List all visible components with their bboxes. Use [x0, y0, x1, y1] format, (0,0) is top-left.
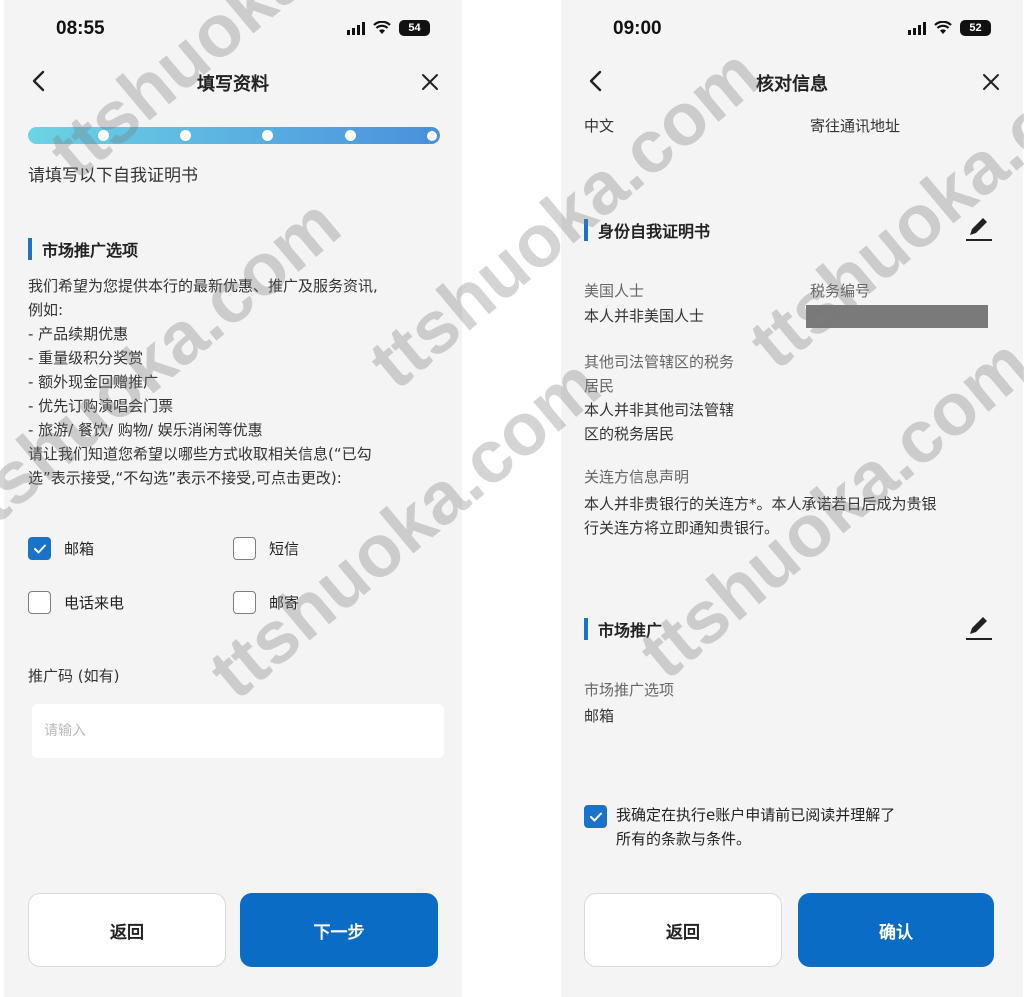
status-icons: 54 — [347, 20, 430, 36]
address-value: 寄往通讯地址 — [810, 117, 901, 135]
close-icon[interactable] — [979, 70, 1003, 94]
step-dot — [262, 130, 273, 141]
option-phone-checkbox[interactable]: 电话来电 — [28, 591, 124, 614]
label-line: 其他司法管辖区的税务 — [584, 353, 735, 371]
terms-line: 所有的条款与条件。 — [616, 830, 752, 848]
status-time: 09:00 — [613, 18, 662, 39]
section-accent-bar — [584, 219, 588, 241]
option-mail-checkbox[interactable]: 邮寄 — [233, 591, 299, 614]
step-dot-current — [425, 128, 439, 143]
intro-line: 我们希望为您提供本行的最新优惠、推广及服务资讯, — [28, 277, 378, 295]
terms-text: 我确定在执行e账户申请前已阅读并理解了 所有的条款与条件。 — [616, 803, 895, 851]
edit-pencil-icon[interactable] — [963, 612, 993, 642]
next-step-button[interactable]: 下一步 — [240, 893, 438, 967]
value-line: 行关连方将立即通知贵银行。 — [584, 519, 780, 537]
intro-line: - 产品续期优惠 — [28, 325, 129, 343]
checkbox-unchecked[interactable] — [28, 591, 51, 614]
wifi-icon — [934, 21, 952, 34]
section-title-marketing-options: 市场推广选项 — [28, 237, 138, 261]
close-icon[interactable] — [418, 70, 442, 94]
check-icon — [589, 812, 602, 821]
us-person-label: 美国人士 — [584, 282, 645, 300]
checkbox-unchecked[interactable] — [233, 537, 256, 560]
marketing-option-value: 邮箱 — [584, 707, 615, 725]
page-title: 核对信息 — [756, 74, 828, 95]
intro-line: 请让我们知道您希望以哪些方式收取相关信息(“已勾 — [28, 445, 372, 463]
marketing-intro: 我们希望为您提供本行的最新优惠、推广及服务资讯, 例如: - 产品续期优惠 - … — [28, 274, 448, 490]
step-dot — [180, 130, 191, 141]
referral-code-input[interactable] — [32, 704, 444, 758]
intro-line: - 优先订购演唱会门票 — [28, 397, 174, 415]
right-phone-screen: 09:00 52 核对信息 中文 寄往通讯地址 身份自我证明书 美国人士 本人并… — [561, 0, 1023, 997]
intro-line: 选”表示接受,“不勾选”表示不接受,可点击更改): — [28, 469, 342, 487]
status-time: 08:55 — [56, 18, 105, 39]
signal-icon — [908, 21, 926, 35]
option-label: 邮寄 — [269, 594, 300, 612]
marketing-option-label: 市场推广选项 — [584, 681, 675, 699]
option-sms-checkbox[interactable]: 短信 — [233, 537, 299, 560]
option-label: 邮箱 — [64, 540, 95, 558]
referral-code-label: 推广码 (如有) — [28, 667, 120, 685]
terms-line: 我确定在执行e账户申请前已阅读并理解了 — [616, 806, 896, 824]
intro-line: - 重量级积分奖赏 — [28, 349, 144, 367]
section-title-text: 身份自我证明书 — [598, 222, 711, 241]
back-button[interactable]: 返回 — [584, 893, 782, 967]
us-person-value: 本人并非美国人士 — [584, 307, 705, 325]
intro-line: 例如: — [28, 301, 64, 319]
check-icon — [33, 544, 46, 553]
step-dot — [345, 130, 356, 141]
language-value: 中文 — [584, 117, 615, 135]
checkbox-checked[interactable] — [584, 805, 607, 828]
intro-line: - 旅游/ 餐饮/ 购物/ 娱乐消闲等优惠 — [28, 421, 263, 439]
value-line: 区的税务居民 — [584, 425, 675, 443]
tax-number-label: 税务编号 — [810, 282, 871, 300]
redacted-tax-number — [806, 305, 988, 328]
value-line: 本人并非其他司法管辖 — [584, 401, 735, 419]
battery-indicator: 52 — [960, 20, 991, 36]
checkbox-checked[interactable] — [28, 537, 51, 560]
terms-agreement-checkbox[interactable]: 我确定在执行e账户申请前已阅读并理解了 所有的条款与条件。 — [584, 805, 895, 851]
page-title: 填写资料 — [197, 74, 269, 95]
related-party-value: 本人并非贵银行的关连方*。本人承诺若日后成为贵银 行关连方将立即通知贵银行。 — [584, 492, 1014, 540]
step-progress-bar — [28, 127, 440, 144]
option-label: 短信 — [269, 540, 300, 558]
confirm-button[interactable]: 确认 — [798, 893, 994, 967]
battery-indicator: 54 — [399, 20, 430, 36]
section-accent-bar — [584, 618, 588, 640]
section-accent-bar — [28, 238, 32, 260]
option-label: 电话来电 — [64, 594, 125, 612]
back-button[interactable]: 返回 — [28, 893, 226, 967]
edit-pencil-icon[interactable] — [963, 213, 993, 243]
intro-line: - 额外现金回赠推广 — [28, 373, 159, 391]
status-icons: 52 — [908, 20, 991, 36]
checkbox-unchecked[interactable] — [233, 591, 256, 614]
option-email-checkbox[interactable]: 邮箱 — [28, 537, 94, 560]
value-line: 本人并非贵银行的关连方*。本人承诺若日后成为贵银 — [584, 495, 937, 513]
related-party-label: 关连方信息声明 — [584, 468, 690, 486]
other-tax-label: 其他司法管辖区的税务 居民 — [584, 350, 734, 398]
label-line: 居民 — [584, 377, 615, 395]
section-title-marketing: 市场推广 — [584, 617, 662, 641]
step-dot — [98, 130, 109, 141]
form-heading: 请填写以下自我证明书 — [28, 166, 198, 186]
left-phone-screen: 08:55 54 填写资料 请填写以下自我证明书 市场推广选项 我们希望为您提供… — [4, 0, 462, 997]
section-title-text: 市场推广选项 — [42, 241, 139, 260]
signal-icon — [347, 21, 365, 35]
section-title-identity: 身份自我证明书 — [584, 218, 710, 242]
section-title-text: 市场推广 — [598, 621, 663, 640]
other-tax-value: 本人并非其他司法管辖 区的税务居民 — [584, 398, 734, 446]
wifi-icon — [373, 21, 391, 34]
